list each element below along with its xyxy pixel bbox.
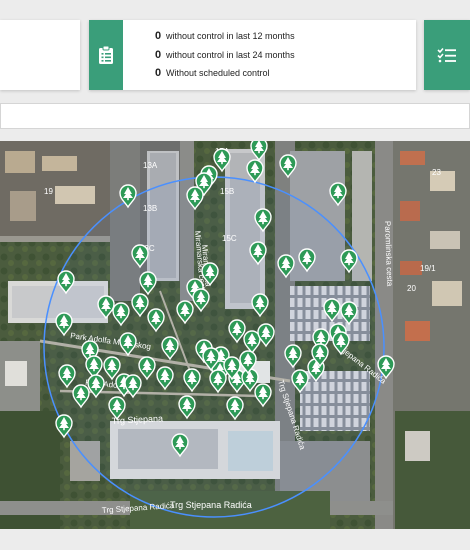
stat-row-24-months: 0 without control in last 24 months — [155, 46, 295, 65]
building-number: 19/1 — [420, 264, 436, 273]
stat-row-unscheduled: 0 Without scheduled control — [155, 64, 295, 83]
summary-card-left — [0, 20, 80, 90]
stat-label: without control in last 12 months — [166, 31, 295, 42]
bottom-bar — [0, 529, 470, 550]
square-label: Trg Stjepana Radića — [170, 500, 252, 510]
filter-bar[interactable] — [0, 103, 470, 129]
building-number: 13A — [143, 161, 158, 170]
stat-row-12-months: 0 without control in last 12 months — [155, 27, 295, 46]
building-number: 15C — [222, 234, 237, 243]
stat-label: Without scheduled control — [166, 68, 270, 79]
stat-count: 0 — [155, 67, 162, 80]
satellite-map[interactable]: Miramarska cesta Miramarska Paromlinska … — [0, 141, 470, 529]
building-number: 23 — [432, 168, 441, 177]
control-stats-card: 0 without control in last 12 months 0 wi… — [89, 20, 416, 90]
building-number: 19 — [44, 187, 53, 196]
stat-label: without control in last 24 months — [166, 49, 295, 60]
building-number: 20 — [407, 284, 416, 293]
building-number: 15B — [220, 187, 234, 196]
stat-count: 0 — [155, 30, 162, 43]
summary-card-right — [424, 20, 470, 90]
clipboard-icon — [89, 20, 123, 90]
stat-count: 0 — [155, 48, 162, 61]
stats-list: 0 without control in last 12 months 0 wi… — [155, 27, 295, 83]
building-number: 13B — [143, 204, 157, 213]
checklist-icon — [424, 20, 470, 90]
